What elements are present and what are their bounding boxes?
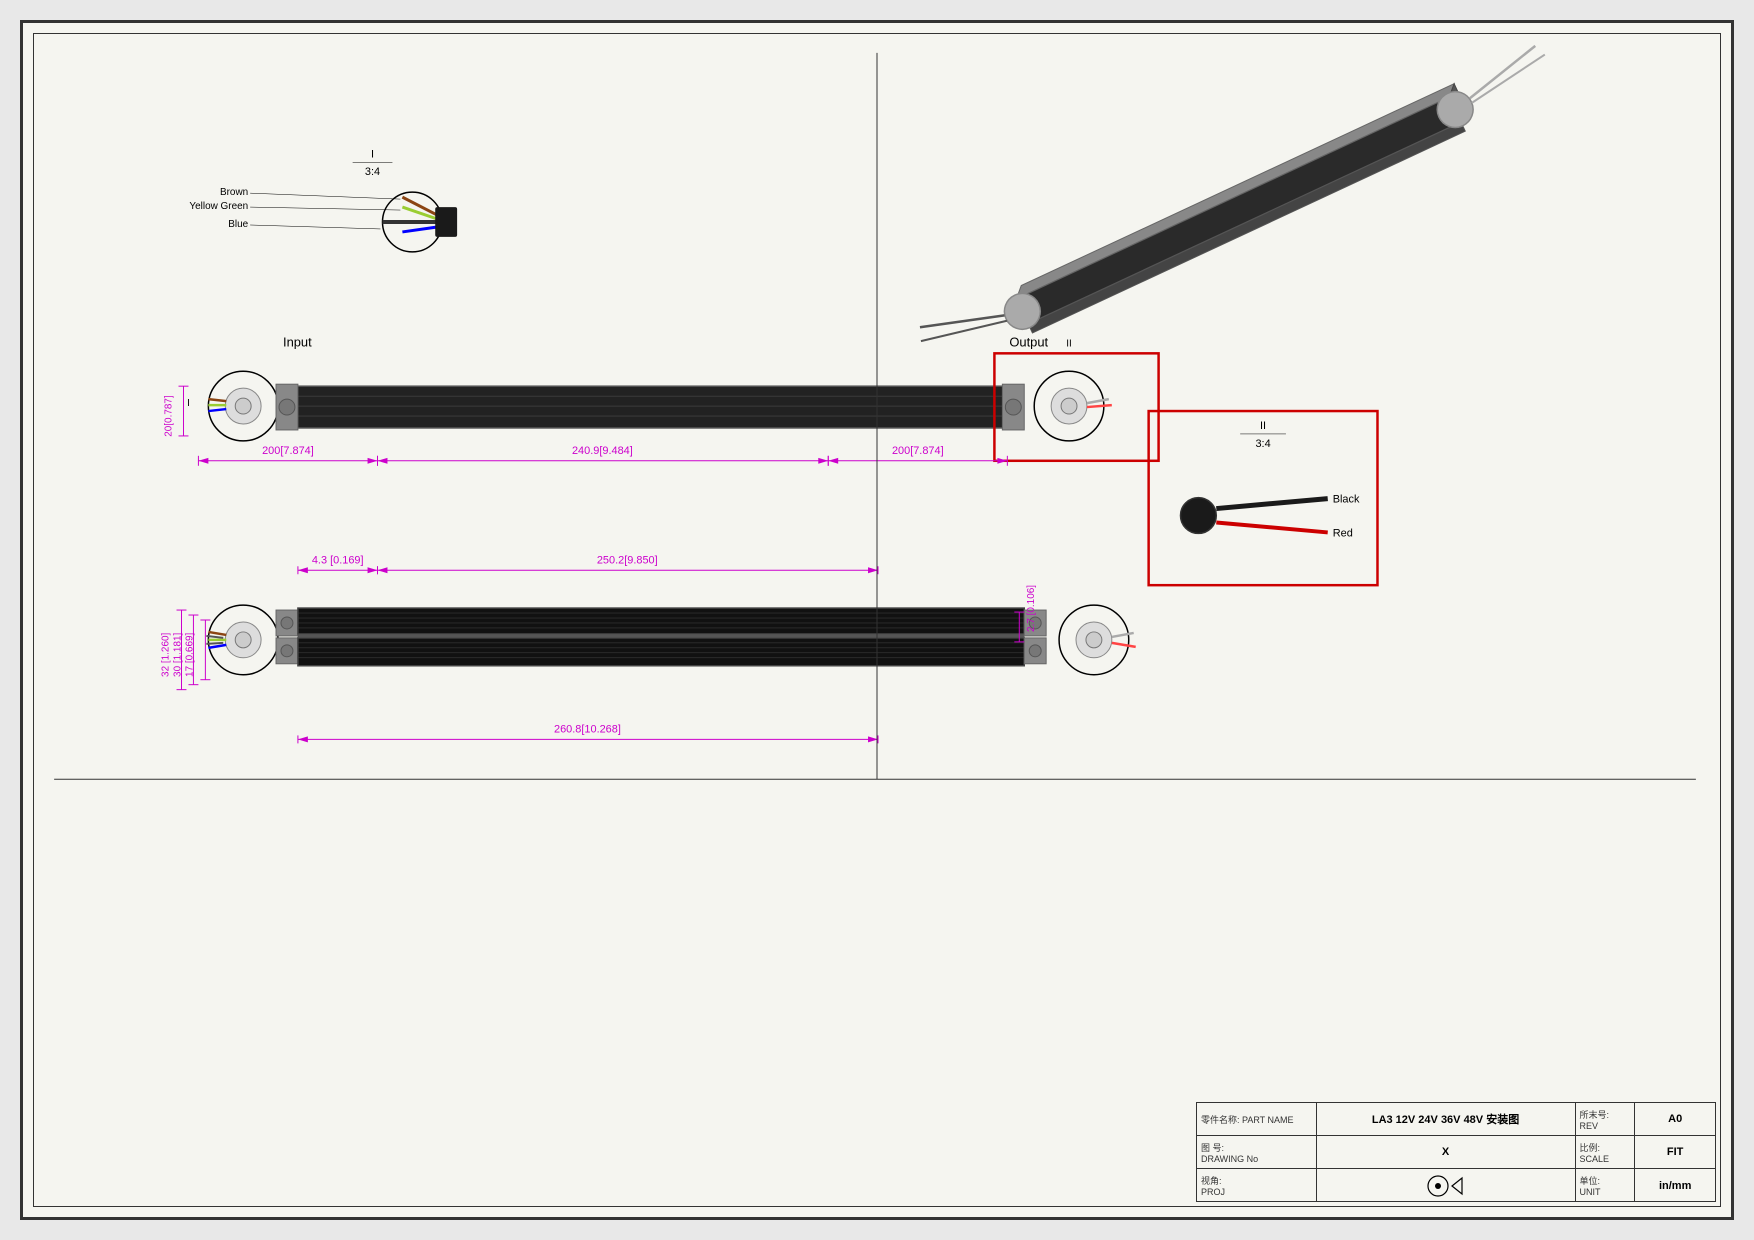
unit-value: in/mm: [1659, 1180, 1691, 1192]
svg-text:I: I: [371, 148, 374, 160]
svg-text:I: I: [187, 398, 190, 409]
svg-text:240.9[9.484]: 240.9[9.484]: [572, 445, 633, 457]
part-name-label: 零件名称: PART NAME: [1201, 1113, 1312, 1126]
svg-text:II: II: [1066, 338, 1072, 349]
svg-text:Black: Black: [1333, 494, 1360, 506]
connector-detail-ii: II 3:4 Black Red: [1149, 411, 1378, 585]
svg-text:II: II: [1260, 420, 1266, 432]
front-view: I Input: [187, 334, 1159, 460]
svg-text:3:4: 3:4: [365, 166, 380, 178]
svg-text:Blue: Blue: [228, 219, 248, 230]
svg-text:Input: Input: [283, 334, 312, 349]
svg-text:Brown: Brown: [220, 187, 248, 198]
scale-value: FIT: [1667, 1146, 1684, 1158]
svg-text:20[0.787]: 20[0.787]: [164, 395, 175, 437]
svg-text:17 [0.669]: 17 [0.669]: [184, 632, 195, 676]
part-name-value: LA3 12V 24V 36V 48V 安装图: [1372, 1111, 1519, 1127]
rev-value: A0: [1668, 1113, 1682, 1125]
svg-text:30 [1.181]: 30 [1.181]: [173, 632, 184, 676]
svg-text:260.8[10.268]: 260.8[10.268]: [554, 723, 621, 735]
svg-text:Yellow Green: Yellow Green: [189, 201, 248, 212]
svg-text:250.2[9.850]: 250.2[9.850]: [597, 554, 658, 566]
svg-text:Output: Output: [1009, 334, 1048, 349]
bottom-view: [206, 605, 1135, 675]
isometric-view: [915, 39, 1560, 377]
drawing-no-label: 图 号:DRAWING No: [1201, 1141, 1312, 1164]
connector-detail-i: I 3:4 Brown Yellow Green Blue: [189, 148, 457, 252]
svg-text:4.3 [0.169]: 4.3 [0.169]: [312, 554, 364, 566]
drawing-area: I 3:4 Brown Yellow Green Blue: [20, 20, 1734, 1220]
drawing-no-value: X: [1442, 1146, 1449, 1158]
proj-label: 视角:PROJ: [1201, 1174, 1312, 1197]
svg-text:200[7.874]: 200[7.874]: [892, 445, 944, 457]
svg-text:3:4: 3:4: [1255, 438, 1270, 450]
unit-label: 单位:UNIT: [1580, 1174, 1631, 1197]
svg-text:32 [1.260]: 32 [1.260]: [161, 632, 172, 676]
svg-text:2.7 [0.106]: 2.7 [0.106]: [1026, 585, 1037, 632]
scale-label: 比例:SCALE: [1580, 1141, 1631, 1164]
svg-text:Red: Red: [1333, 527, 1353, 539]
title-block: 零件名称: PART NAME LA3 12V 24V 36V 48V 安装图 …: [1196, 1102, 1716, 1202]
svg-text:200[7.874]: 200[7.874]: [262, 445, 314, 457]
rev-label: 所末号:REV: [1580, 1108, 1631, 1131]
